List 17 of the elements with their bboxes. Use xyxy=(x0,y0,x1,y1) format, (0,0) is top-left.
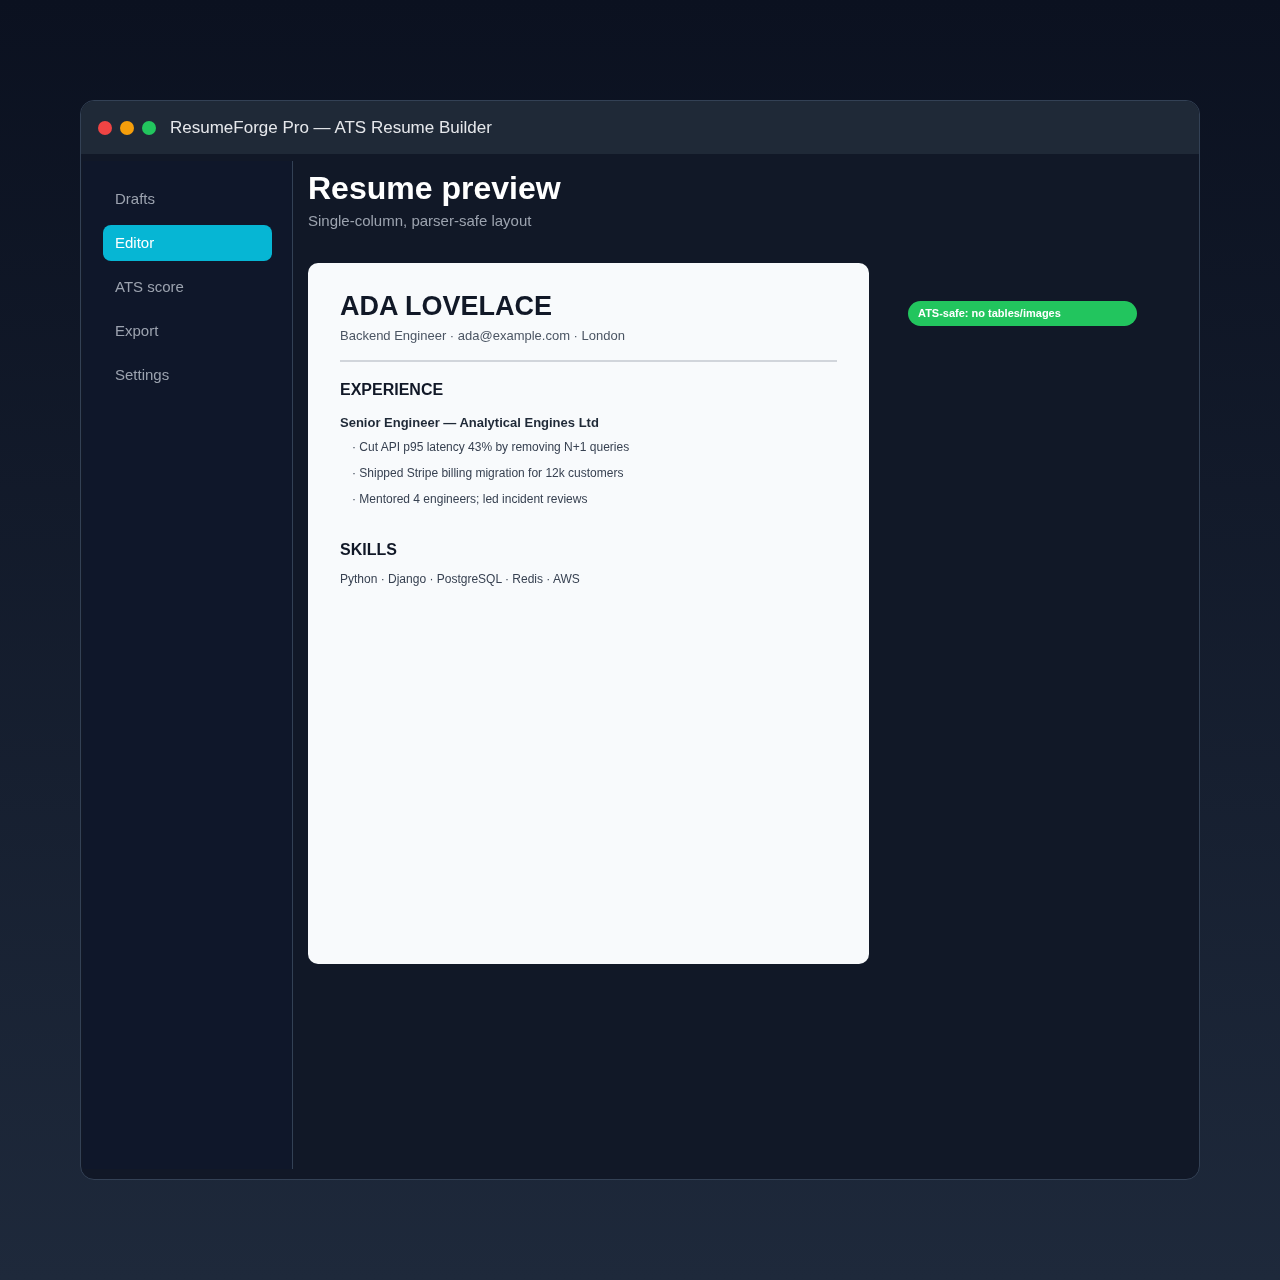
section-heading: SKILLS xyxy=(340,539,398,560)
candidate-name: ADA LOVELACE xyxy=(340,289,553,323)
bullet-point: · Mentored 4 engineers; led incident reviews xyxy=(352,490,589,508)
window-title: ResumeForge Pro — ATS Resume Builder xyxy=(170,116,492,139)
job-title: Senior Engineer — Analytical Engines Ltd xyxy=(340,414,600,432)
sidebar-item[interactable]: Export xyxy=(103,313,272,349)
section-heading: EXPERIENCE xyxy=(340,380,445,400)
skills-list: Python · Django · PostgreSQL · Redis · AWS xyxy=(340,569,837,588)
sidebar-item[interactable]: ATS score xyxy=(103,269,272,305)
bullet-point: · Shipped Stripe billing migration for 12k customers xyxy=(352,464,625,482)
page-title: Resume preview xyxy=(308,169,562,207)
ats-safe-badge: ATS-safe: no tables/images xyxy=(908,301,1137,326)
sidebar-item[interactable]: Drafts xyxy=(103,181,272,217)
bullet-point: · Cut API p95 latency 43% by removing N+1 queries xyxy=(352,438,631,456)
page-subtitle: Single-column, parser-safe layout xyxy=(308,211,533,231)
contact-line: Backend Engineer · ada@example.com · London xyxy=(340,325,837,362)
sidebar-item[interactable]: Settings xyxy=(103,357,272,393)
